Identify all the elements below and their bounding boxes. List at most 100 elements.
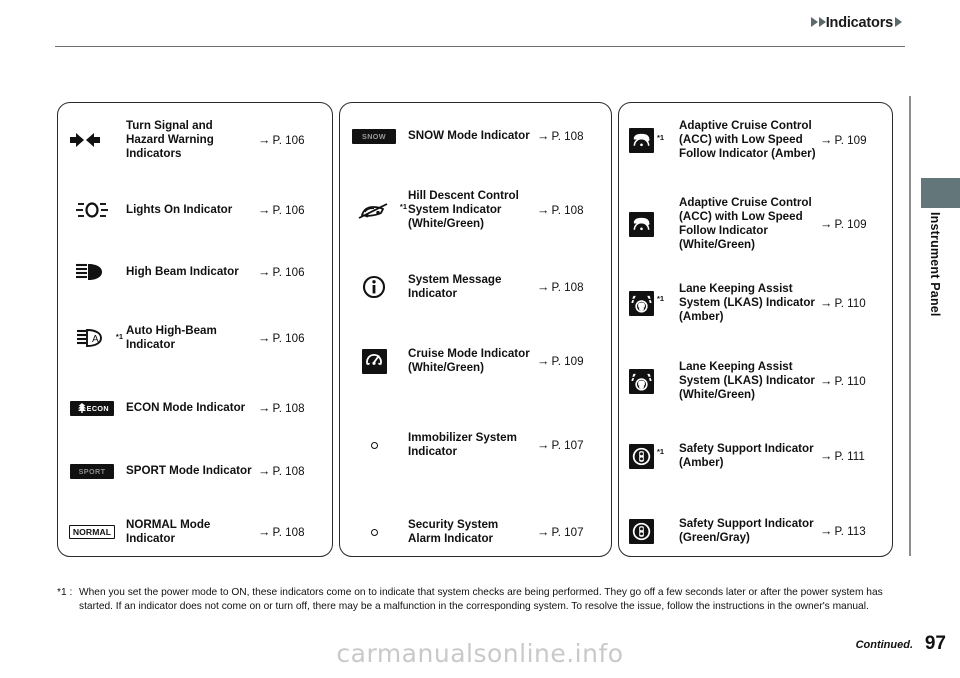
arrow-icon: → xyxy=(820,133,833,147)
page-ref[interactable]: → P. 108 xyxy=(537,129,611,143)
leaf-icon xyxy=(78,403,86,413)
page-ref[interactable]: → P. 110 xyxy=(820,374,892,388)
page-ref[interactable]: → P. 109 xyxy=(537,354,611,368)
row-label: NORMAL Mode Indicator xyxy=(126,518,258,547)
page-ref-label: P. 110 xyxy=(834,375,866,388)
safety-support-amber-icon: *1 xyxy=(619,443,679,469)
safety-support-green-gray-icon xyxy=(619,518,679,544)
acc-low-speed-follow-amber-icon: *1 xyxy=(619,127,679,153)
auto-high-beam-icon: A *1 xyxy=(58,327,126,349)
page-ref-label: P. 108 xyxy=(272,402,305,415)
row-label: System Message Indicator xyxy=(408,272,502,300)
normal-badge-icon: NORMAL xyxy=(58,525,126,539)
lights-on-icon xyxy=(58,200,126,220)
page-ref[interactable]: → P. 107 xyxy=(537,438,611,452)
page-ref-label: P. 107 xyxy=(551,526,584,539)
row-label: Hill Descent Control System Indicator (W… xyxy=(408,188,519,231)
page-ref-label: P. 108 xyxy=(551,204,584,217)
page-ref[interactable]: → P. 106 xyxy=(258,265,332,279)
page-ref[interactable]: → P. 109 xyxy=(820,217,892,231)
arrow-icon: → xyxy=(537,438,550,452)
arrow-icon: → xyxy=(820,374,833,388)
table-row[interactable]: System Message Indicator → P. 108 xyxy=(340,270,611,304)
table-row[interactable]: A *1 Auto High-Beam Indicator → P. 106 xyxy=(58,321,332,355)
table-row[interactable]: *1 Lane Keeping Assist System (LKAS) Ind… xyxy=(619,282,892,323)
row-label-rest: Mode Indicator xyxy=(165,463,252,477)
page-ref[interactable]: → P. 110 xyxy=(820,296,892,310)
page-ref[interactable]: → P. 108 xyxy=(537,203,611,217)
arrow-icon: → xyxy=(537,354,550,368)
arrow-icon: → xyxy=(258,203,271,217)
page-ref[interactable]: → P. 111 xyxy=(820,449,892,463)
page-ref[interactable]: → P. 108 xyxy=(258,464,332,478)
continued-label: Continued. xyxy=(855,639,913,651)
indicator-column-3: *1 Adaptive Cruise Control (ACC) with Lo… xyxy=(618,102,893,557)
page-ref[interactable]: → P. 106 xyxy=(258,203,332,217)
table-row[interactable]: Adaptive Cruise Control (ACC) with Low S… xyxy=(619,195,892,253)
table-row[interactable]: Security System Alarm Indicator → P. 107 xyxy=(340,515,611,549)
page-ref[interactable]: → P. 106 xyxy=(258,331,332,345)
table-row[interactable]: Cruise Mode Indicator (White/Green) → P. … xyxy=(340,343,611,379)
small-circle-icon xyxy=(370,441,378,449)
econ-badge-icon: ECON xyxy=(58,400,126,416)
table-row[interactable]: ECON ECON Mode Indicator → P. 108 xyxy=(58,393,332,423)
page-ref-label: P. 106 xyxy=(272,134,305,147)
page-ref[interactable]: → P. 109 xyxy=(820,133,892,147)
page-ref[interactable]: → P. 113 xyxy=(820,524,892,538)
arrow-icon: → xyxy=(537,129,550,143)
security-system-alarm-icon xyxy=(340,528,408,536)
table-row[interactable]: *1 Hill Descent Control System Indicator… xyxy=(340,188,611,231)
high-beam-icon xyxy=(58,261,126,283)
table-row[interactable]: Immobilizer System Indicator → P. 107 xyxy=(340,428,611,462)
table-row[interactable]: High Beam Indicator → P. 106 xyxy=(58,255,332,289)
footnote-text: When you set the power mode to ON, these… xyxy=(79,587,883,613)
footnote-marker: *1 xyxy=(657,132,665,142)
arrow-icon: → xyxy=(537,280,550,294)
table-row[interactable]: NORMAL NORMAL Mode Indicator → P. 108 xyxy=(58,517,332,547)
row-label: Lane Keeping Assist System (LKAS) Indica… xyxy=(679,281,815,324)
row-label: SNOW Mode Indicator xyxy=(408,129,537,143)
row-label-bold: ECON xyxy=(126,400,160,414)
triangle-marker-icon xyxy=(818,16,826,27)
table-row[interactable]: SPORT SPORT Mode Indicator → P. 108 xyxy=(58,456,332,486)
page-ref[interactable]: → P. 107 xyxy=(537,525,611,539)
page-ref[interactable]: → P. 106 xyxy=(258,133,332,147)
page-ref[interactable]: → P. 108 xyxy=(258,525,332,539)
table-row[interactable]: Lane Keeping Assist System (LKAS) Indica… xyxy=(619,358,892,404)
table-row[interactable]: *1 Safety Support Indicator (Amber) → P. … xyxy=(619,438,892,474)
page-ref-label: P. 106 xyxy=(272,204,305,217)
page-ref[interactable]: → P. 108 xyxy=(258,401,332,415)
arrow-icon: → xyxy=(820,449,833,463)
triangle-marker-icon xyxy=(810,16,818,27)
page-ref-label: P. 106 xyxy=(272,332,305,345)
row-label: Lights On Indicator xyxy=(126,202,233,216)
arrow-icon: → xyxy=(820,524,833,538)
header-title: Indicators xyxy=(825,15,893,31)
page-ref[interactable]: → P. 108 xyxy=(537,280,611,294)
row-label-bold: SPORT xyxy=(126,463,166,477)
arrow-icon: → xyxy=(258,265,271,279)
row-label-bold: SNOW xyxy=(408,128,445,142)
row-label: ECON Mode Indicator xyxy=(126,401,258,415)
arrow-icon: → xyxy=(258,401,271,415)
page-ref-label: P. 111 xyxy=(834,450,865,463)
table-row[interactable]: Turn Signal and Hazard Warning Indicator… xyxy=(58,119,332,161)
footnote-label: *1 : xyxy=(57,587,73,598)
page-ref-label: P. 109 xyxy=(551,355,584,368)
watermark: carmanualsonline.info xyxy=(336,639,624,668)
page-ref-label: P. 110 xyxy=(834,297,866,310)
page-ref-label: P. 109 xyxy=(834,218,867,231)
footnote-marker: *1 xyxy=(115,332,123,341)
row-label-bold: NORMAL xyxy=(126,517,177,531)
svg-text:A: A xyxy=(92,334,99,345)
manual-page: Indicators Instrument Panel Turn Signal … xyxy=(0,0,960,678)
arrow-icon: → xyxy=(258,331,271,345)
arrow-icon: → xyxy=(820,296,833,310)
table-row[interactable]: Lights On Indicator → P. 106 xyxy=(58,193,332,227)
table-row[interactable]: SNOW SNOW Mode Indicator → P. 108 xyxy=(340,119,611,153)
system-message-info-icon xyxy=(340,274,408,300)
table-row[interactable]: Safety Support Indicator (Green/Gray) → P… xyxy=(619,513,892,549)
row-label: Lane Keeping Assist System (LKAS) Indica… xyxy=(679,359,815,402)
table-row[interactable]: *1 Adaptive Cruise Control (ACC) with Lo… xyxy=(619,117,892,163)
row-label: High Beam Indicator xyxy=(126,264,239,278)
